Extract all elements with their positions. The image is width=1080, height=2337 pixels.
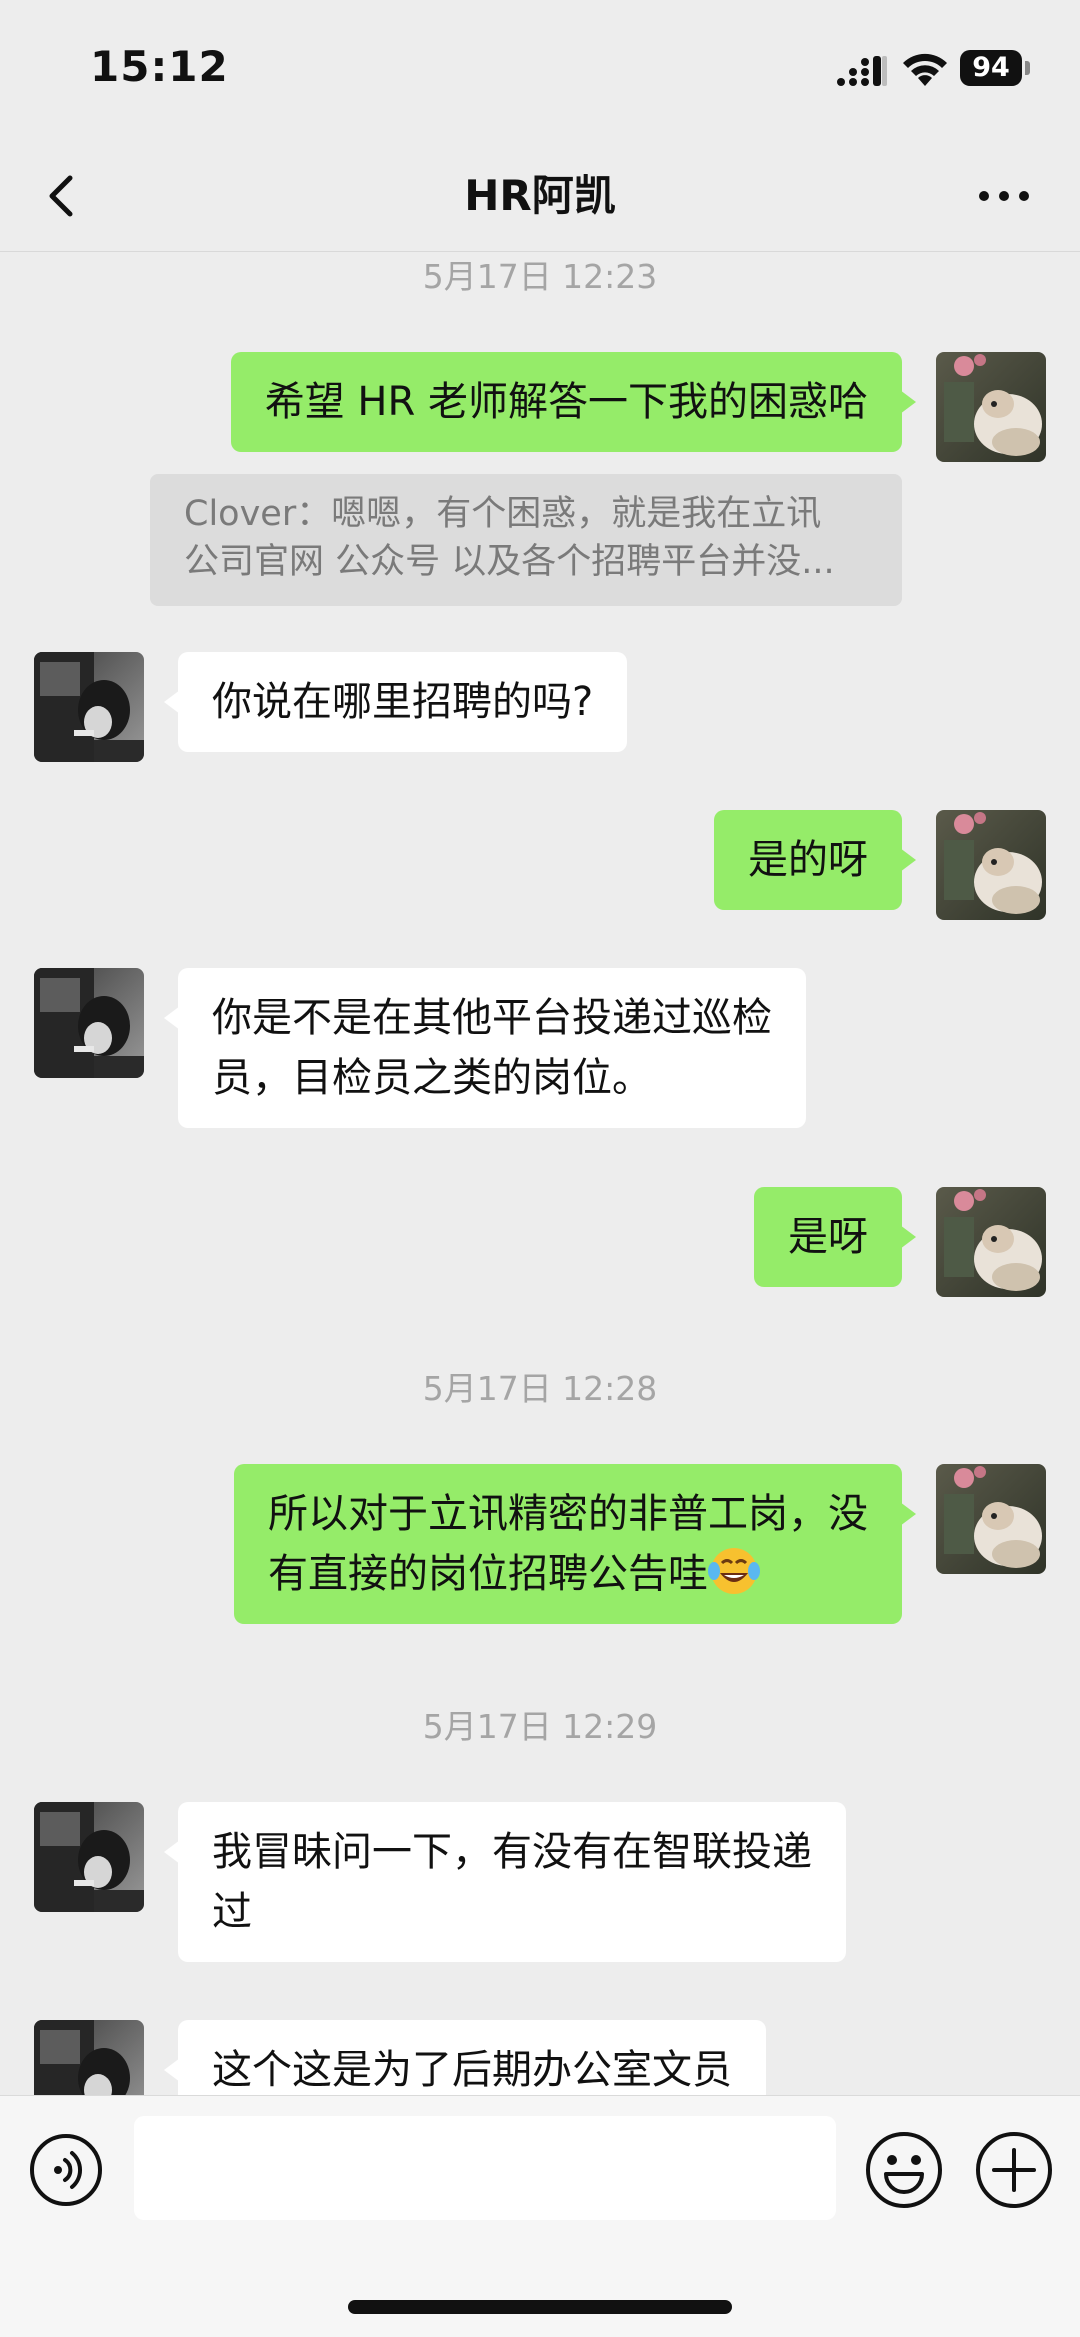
message-text: 有直接的岗位招聘公告哇	[268, 1551, 708, 1597]
timestamp: 5月17日 12:28	[422, 1369, 658, 1408]
message-text: 我冒昧问一下，有没有在智联投递	[212, 1829, 812, 1875]
quote-line: 公司官网 公众号 以及各个招聘平台并没...	[184, 542, 835, 582]
message-bubble-incoming[interactable]: 你说在哪里招聘的吗?	[163, 652, 628, 752]
message-text: 你是不是在其他平台投递过巡检	[212, 995, 772, 1041]
contact-avatar[interactable]	[34, 2020, 144, 2095]
timestamp: 5月17日 12:23	[422, 257, 658, 296]
message-bubble-incoming[interactable]: 我冒昧问一下，有没有在智联投递 过	[164, 1802, 846, 1962]
message-list[interactable]: 5月17日 12:23 希望 HR 老师解答一下我的困惑哈 Clover：嗯嗯，…	[0, 252, 1080, 2095]
message-text: 希望 HR 老师解答一下我的困惑哈	[264, 379, 868, 425]
message-text: 你说在哪里招聘的吗?	[212, 679, 594, 725]
message-bubble-incoming[interactable]: 这个这是为了后期办公室文员	[164, 2020, 766, 2095]
my-avatar[interactable]	[936, 810, 1046, 920]
more-icon[interactable]	[976, 182, 1032, 210]
my-avatar[interactable]	[936, 1187, 1046, 1297]
contact-avatar[interactable]	[34, 968, 144, 1078]
quoted-message[interactable]: Clover：嗯嗯，有个困惑，就是我在立讯 公司官网 公众号 以及各个招聘平台并…	[150, 474, 902, 606]
message-text: 是的呀	[748, 837, 868, 883]
home-indicator[interactable]	[348, 2300, 732, 2314]
voice-icon[interactable]	[28, 2132, 104, 2208]
quote-line: Clover：嗯嗯，有个困惑，就是我在立讯	[184, 494, 822, 534]
message-text: 过	[212, 1889, 252, 1935]
message-bubble-outgoing[interactable]: 所以对于立讯精密的非普工岗，没 有直接的岗位招聘公告哇	[234, 1464, 916, 1624]
message-bubble-outgoing[interactable]: 是的呀	[714, 810, 916, 910]
chat-header: HR阿凯	[0, 140, 1080, 252]
message-text: 这个这是为了后期办公室文员	[212, 2047, 732, 2093]
timestamp: 5月17日 12:29	[422, 1707, 658, 1746]
cellular-signal-icon	[837, 56, 887, 86]
my-avatar[interactable]	[936, 1464, 1046, 1574]
message-input[interactable]	[134, 2116, 836, 2220]
chat-title: HR阿凯	[464, 171, 616, 220]
status-bar: 15:12 94	[0, 0, 1080, 140]
my-avatar[interactable]	[936, 352, 1046, 462]
battery-tip	[1025, 61, 1030, 75]
contact-avatar[interactable]	[34, 652, 144, 762]
message-text: 是呀	[788, 1214, 868, 1260]
contact-avatar[interactable]	[34, 1802, 144, 1912]
tears-of-joy-emoji	[708, 1548, 760, 1594]
plus-icon[interactable]	[974, 2130, 1054, 2210]
message-bubble-incoming[interactable]: 你是不是在其他平台投递过巡检 员，目检员之类的岗位。	[164, 968, 806, 1128]
message-text: 所以对于立讯精密的非普工岗，没	[268, 1491, 868, 1537]
message-bubble-outgoing[interactable]: 希望 HR 老师解答一下我的困惑哈	[230, 352, 917, 452]
status-time: 15:12	[90, 42, 229, 91]
emoji-icon[interactable]	[864, 2130, 944, 2210]
message-bubble-outgoing[interactable]: 是呀	[754, 1187, 916, 1287]
wifi-icon	[903, 53, 947, 86]
battery-indicator: 94	[960, 50, 1022, 86]
message-text: 员，目检员之类的岗位。	[212, 1055, 652, 1101]
